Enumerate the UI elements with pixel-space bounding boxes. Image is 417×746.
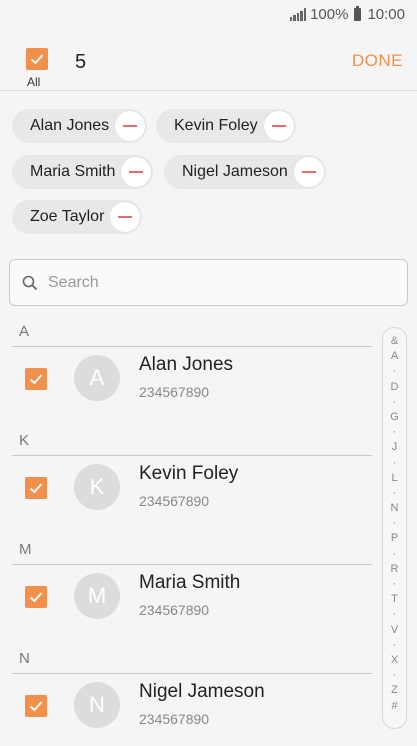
remove-icon[interactable] [293, 157, 324, 187]
chip-alan-jones: Alan Jones [12, 109, 148, 143]
chip-name: Alan Jones [30, 117, 110, 134]
index-dot: · [392, 426, 397, 439]
index-dot: · [392, 638, 397, 651]
section-letter: A [19, 323, 30, 340]
signal-icon [289, 8, 307, 21]
index-letter[interactable]: Z [391, 683, 398, 698]
index-letter[interactable]: # [391, 699, 397, 714]
remove-icon[interactable] [121, 157, 152, 187]
index-letter[interactable]: J [392, 440, 398, 455]
index-dot: · [392, 395, 397, 408]
contact-row[interactable]: A Alan Jones 234567890 [0, 339, 380, 419]
contact-name: Maria Smith [139, 572, 241, 593]
chip-name: Nigel Jameson [182, 163, 288, 180]
chip-kevin-foley: Kevin Foley [156, 109, 296, 143]
index-dot: · [392, 547, 397, 560]
index-dot: · [392, 486, 397, 499]
section-letter: K [19, 432, 30, 449]
chip-zoe-taylor: Zoe Taylor [12, 200, 143, 234]
section-letter: M [19, 541, 32, 558]
contact-phone: 234567890 [139, 602, 210, 618]
contact-name: Nigel Jameson [139, 681, 265, 702]
alphabet-index-scrollbar[interactable]: & A · D · G · J · L · N · P · R · T · V … [382, 327, 407, 729]
index-dot: · [392, 365, 397, 378]
index-dot: · [392, 456, 397, 469]
remove-icon[interactable] [263, 111, 294, 141]
selected-chips: Alan Jones Kevin Foley Maria Smith Nigel… [0, 90, 417, 234]
remove-icon[interactable] [110, 202, 141, 232]
contact-row[interactable]: N Nigel Jameson 234567890 [0, 666, 380, 746]
chip-name: Zoe Taylor [30, 208, 105, 225]
index-letter[interactable]: G [390, 410, 399, 425]
avatar: A [74, 355, 120, 401]
search-input[interactable] [46, 272, 390, 293]
index-dot: · [392, 669, 397, 682]
contact-checkbox[interactable] [25, 586, 47, 608]
contact-phone: 234567890 [139, 711, 210, 727]
index-dot: · [392, 517, 397, 530]
search-bar [9, 259, 408, 306]
battery-icon [354, 6, 362, 21]
checkmark-icon [29, 592, 43, 603]
index-letter[interactable]: V [391, 623, 398, 638]
checkmark-icon [29, 374, 43, 385]
contact-row[interactable]: K Kevin Foley 234567890 [0, 448, 380, 528]
contact-row[interactable]: M Maria Smith 234567890 [0, 557, 380, 637]
index-letter[interactable]: X [391, 653, 398, 668]
battery-percent: 100% [310, 6, 349, 23]
index-letter[interactable]: R [391, 562, 399, 577]
checkmark-icon [29, 483, 43, 494]
avatar: K [74, 464, 120, 510]
index-letter[interactable]: L [391, 471, 397, 486]
contact-name: Kevin Foley [139, 463, 239, 484]
avatar: N [74, 682, 120, 728]
chip-nigel-jameson: Nigel Jameson [164, 155, 326, 189]
checkmark-icon [29, 701, 43, 712]
chip-name: Maria Smith [30, 163, 116, 180]
section-letter: N [19, 650, 30, 667]
contact-phone: 234567890 [139, 384, 210, 400]
search-icon [22, 275, 38, 290]
index-letter[interactable]: N [391, 501, 399, 516]
select-all-checkbox[interactable] [26, 48, 48, 70]
index-dot: · [392, 578, 397, 590]
chip-maria-smith: Maria Smith [12, 155, 154, 189]
checkmark-icon [30, 54, 44, 65]
status-bar: 100% 10:00 [0, 0, 417, 32]
contact-checkbox[interactable] [25, 477, 47, 499]
select-all-label: All [27, 75, 41, 89]
contact-checkbox[interactable] [25, 368, 47, 390]
remove-icon[interactable] [115, 111, 146, 141]
selection-toolbar: All 5 DONE [0, 32, 417, 90]
avatar: M [74, 573, 120, 619]
index-letter[interactable]: P [391, 531, 398, 546]
index-dot: · [392, 608, 397, 621]
index-letter[interactable]: D [391, 380, 399, 395]
contact-name: Alan Jones [139, 354, 234, 375]
contact-checkbox[interactable] [25, 695, 47, 717]
chip-name: Kevin Foley [174, 117, 258, 134]
index-letter[interactable]: & [391, 334, 398, 349]
selected-count: 5 [75, 51, 87, 73]
index-letter[interactable]: A [391, 349, 398, 364]
index-letter[interactable]: T [391, 592, 398, 607]
clock: 10:00 [367, 6, 405, 23]
done-button[interactable]: DONE [352, 51, 403, 71]
contact-phone: 234567890 [139, 493, 210, 509]
